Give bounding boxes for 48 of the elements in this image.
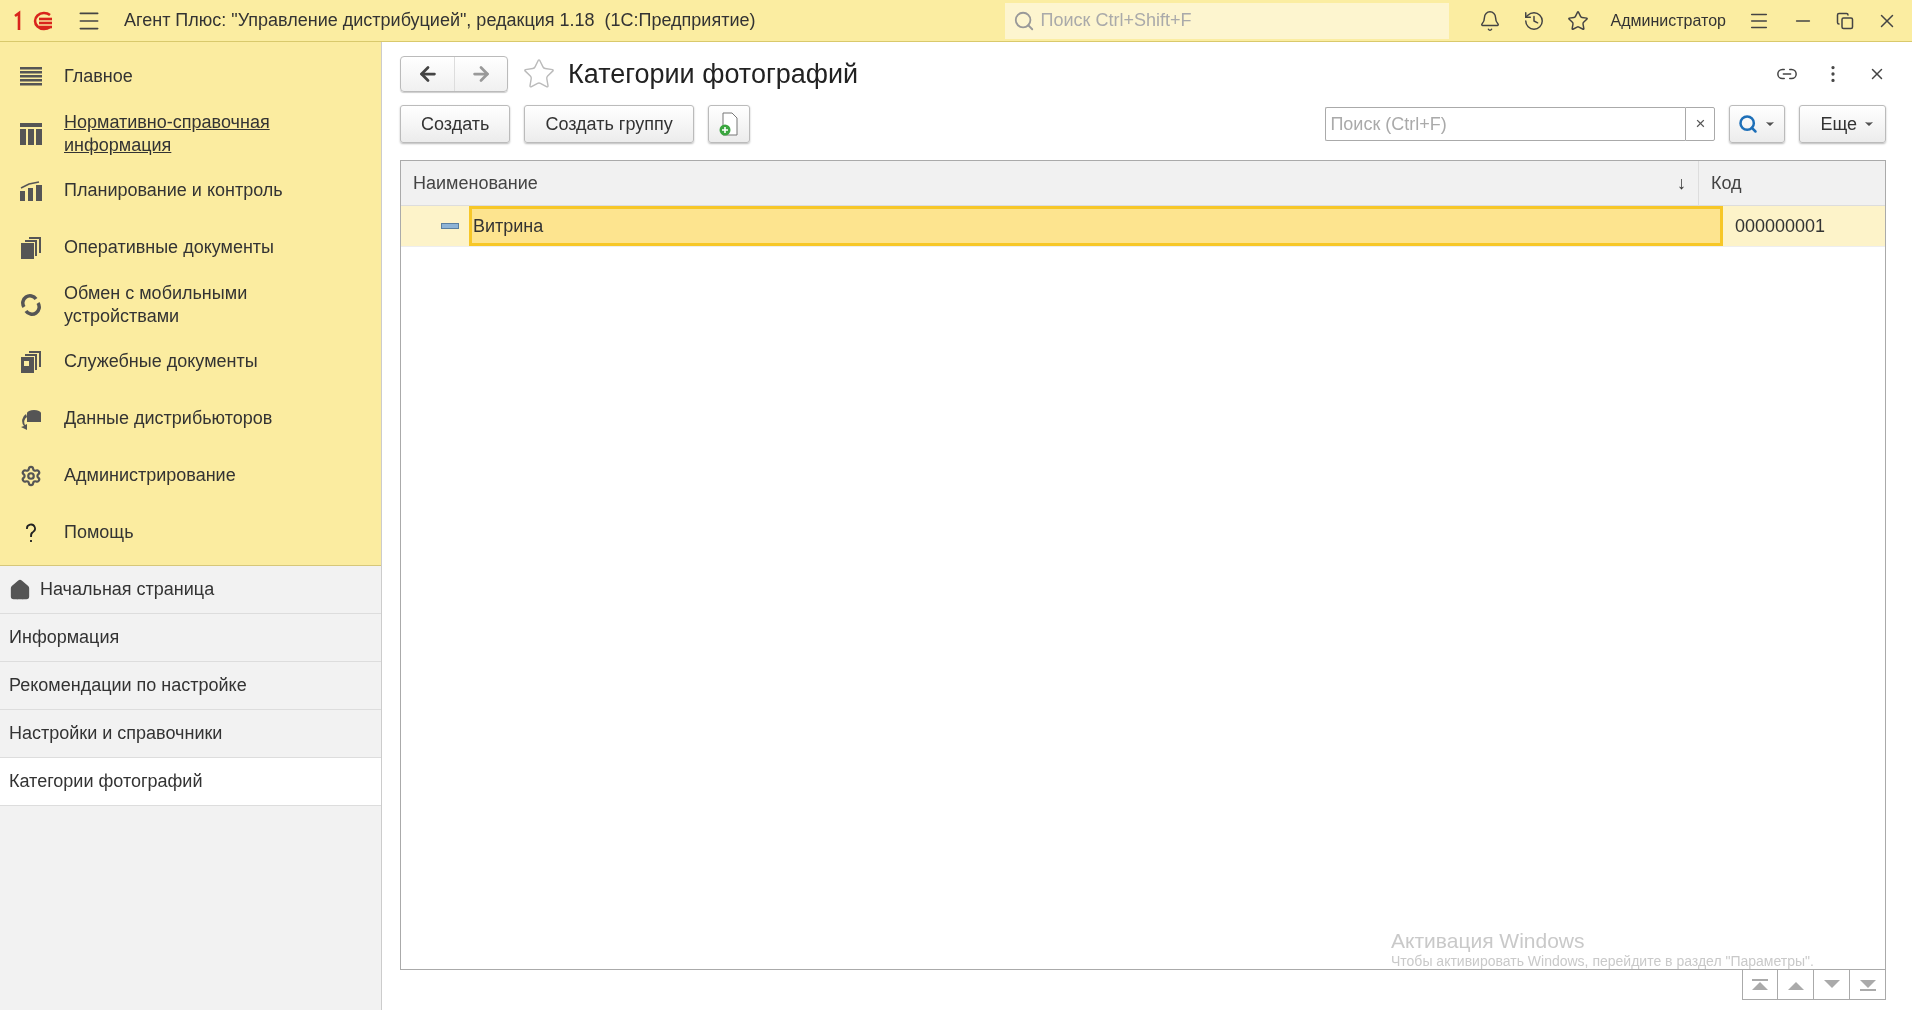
search-icon	[1738, 114, 1759, 134]
bell-icon[interactable]	[1478, 9, 1501, 32]
section-link[interactable]: Данные дистрибьюторов	[64, 407, 273, 430]
search-icon	[1012, 9, 1035, 32]
documents-icon	[21, 350, 41, 373]
section-link[interactable]: Помощь	[64, 521, 134, 544]
search-field[interactable]: Поиск (Ctrl+F)	[1325, 107, 1686, 141]
sort-indicator: ↓	[1677, 172, 1686, 194]
arrow-right-icon	[470, 63, 492, 85]
help-icon	[25, 522, 37, 543]
add-file-button[interactable]	[707, 105, 750, 143]
open-window-item[interactable]: Категории фотографий	[0, 758, 381, 806]
settings-icon	[20, 464, 42, 487]
menu-icon	[20, 66, 42, 87]
form-title: Категории фотографий	[568, 58, 859, 90]
toolbar-button[interactable]: Создать	[400, 105, 511, 143]
column-header[interactable]: Код	[1698, 161, 1885, 205]
documents-icon	[21, 236, 41, 259]
section-link[interactable]: Главное	[64, 65, 133, 88]
star-icon[interactable]	[522, 57, 556, 91]
section-link[interactable]: Администрирование	[64, 464, 236, 487]
section-link[interactable]: Служебные документы	[64, 350, 258, 373]
section-link[interactable]: Нормативно-справочная информация	[64, 110, 324, 157]
top-arrow-icon	[1751, 978, 1769, 991]
toolbar-button[interactable]: Создать группу	[524, 105, 694, 143]
user-name[interactable]: Администратор	[1610, 11, 1726, 30]
bar-chart-icon	[20, 180, 42, 201]
history-icon[interactable]	[1522, 9, 1545, 32]
bottom-arrow-icon	[1858, 978, 1877, 991]
column-header[interactable]: Наименование ↓	[401, 161, 1698, 205]
table-row[interactable]: Витрина 000000001	[401, 206, 1885, 247]
window-title: Агент Плюс: "Управление дистрибуцией", редакция 1.18 (1С:Предприятие)	[124, 10, 756, 31]
element-icon	[441, 223, 459, 229]
table-icon	[20, 122, 42, 145]
down-arrow-icon	[1822, 978, 1841, 991]
section-link[interactable]: Планирование и контроль	[64, 179, 283, 202]
more-button[interactable]: Еще	[1799, 105, 1886, 143]
star-icon[interactable]	[1566, 9, 1589, 32]
table-cell-text: 000000001	[1734, 214, 1827, 238]
restore-icon[interactable]	[1836, 11, 1854, 30]
section-link[interactable]: Оперативные документы	[64, 236, 275, 259]
table-cell: Витрина	[469, 206, 1723, 246]
clear-button[interactable]: ×	[1685, 107, 1716, 141]
section-link[interactable]: Обмен с мобильными устройствами	[64, 281, 324, 328]
search-button[interactable]	[1729, 105, 1786, 143]
refresh-icon	[20, 293, 42, 316]
home-icon	[9, 578, 31, 601]
new-document-icon	[718, 112, 739, 136]
